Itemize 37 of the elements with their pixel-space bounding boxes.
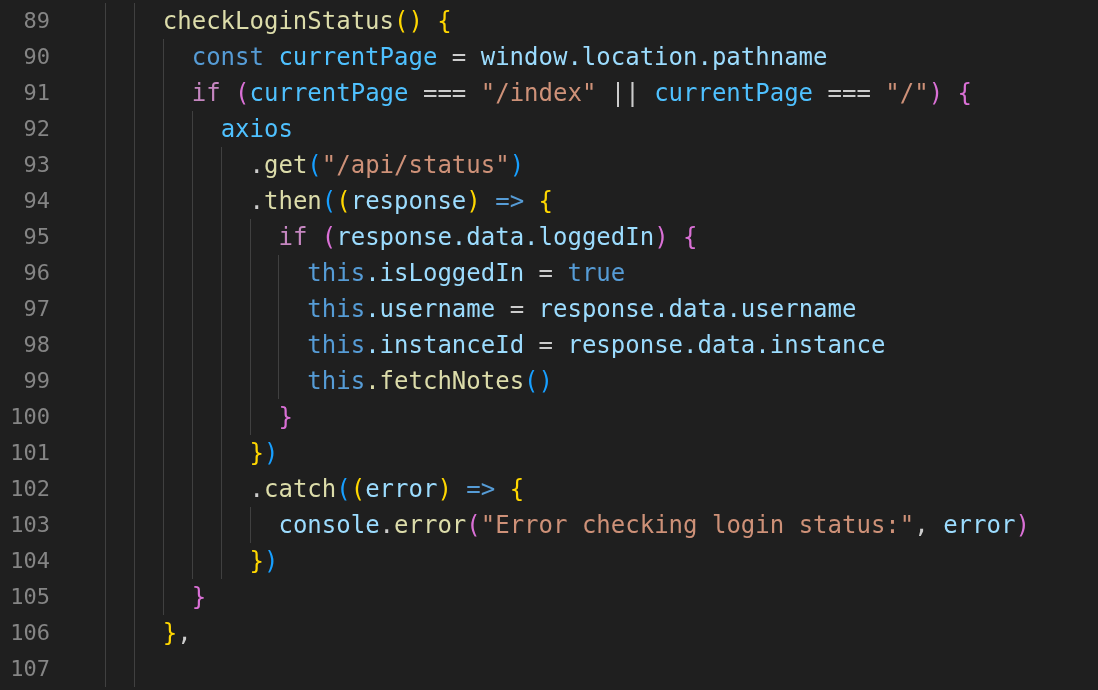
code-line: axios (105, 111, 293, 147)
code-line: const currentPage = window.location.pathname (105, 39, 828, 75)
line-number: 99 (22, 367, 50, 395)
line-number: 90 (22, 43, 50, 71)
line-number: 94 (22, 187, 50, 215)
code-line: this.username = response.data.username (105, 291, 857, 327)
code-line: }) (105, 435, 279, 471)
line-number: 96 (22, 259, 50, 287)
code-line: }, (105, 615, 192, 651)
code-line: } (105, 579, 207, 615)
line-number: 95 (22, 223, 50, 251)
line-number: 97 (22, 295, 50, 323)
code-line: this.isLoggedIn = true (105, 255, 626, 291)
line-number: 89 (22, 7, 50, 35)
line-number: 106 (9, 619, 50, 647)
line-number: 100 (9, 403, 50, 431)
code-line: this.fetchNotes() (105, 363, 553, 399)
line-number: 101 (9, 439, 50, 467)
line-number: 91 (22, 79, 50, 107)
line-number: 103 (9, 511, 50, 539)
code-line: } (105, 399, 293, 435)
code-line: if (response.data.loggedIn) { (105, 219, 698, 255)
line-number: 107 (9, 655, 50, 683)
line-number: 92 (22, 115, 50, 143)
line-number: 105 (9, 583, 50, 611)
code-line: .get("/api/status") (105, 147, 525, 183)
code-line: }) (105, 543, 279, 579)
code-line: this.instanceId = response.data.instance (105, 327, 886, 363)
line-number: 93 (22, 151, 50, 179)
line-number: 102 (9, 475, 50, 503)
line-number: 104 (9, 547, 50, 575)
code-line: .catch((error) => { (105, 471, 525, 507)
line-number: 98 (22, 331, 50, 359)
code-line: .then((response) => { (105, 183, 553, 219)
code-line: if (currentPage === "/index" || currentPage === "/") { (105, 75, 973, 111)
code-line: console.error("Error checking login status:", error) (105, 507, 1030, 543)
code-line: checkLoginStatus() { (105, 3, 452, 39)
